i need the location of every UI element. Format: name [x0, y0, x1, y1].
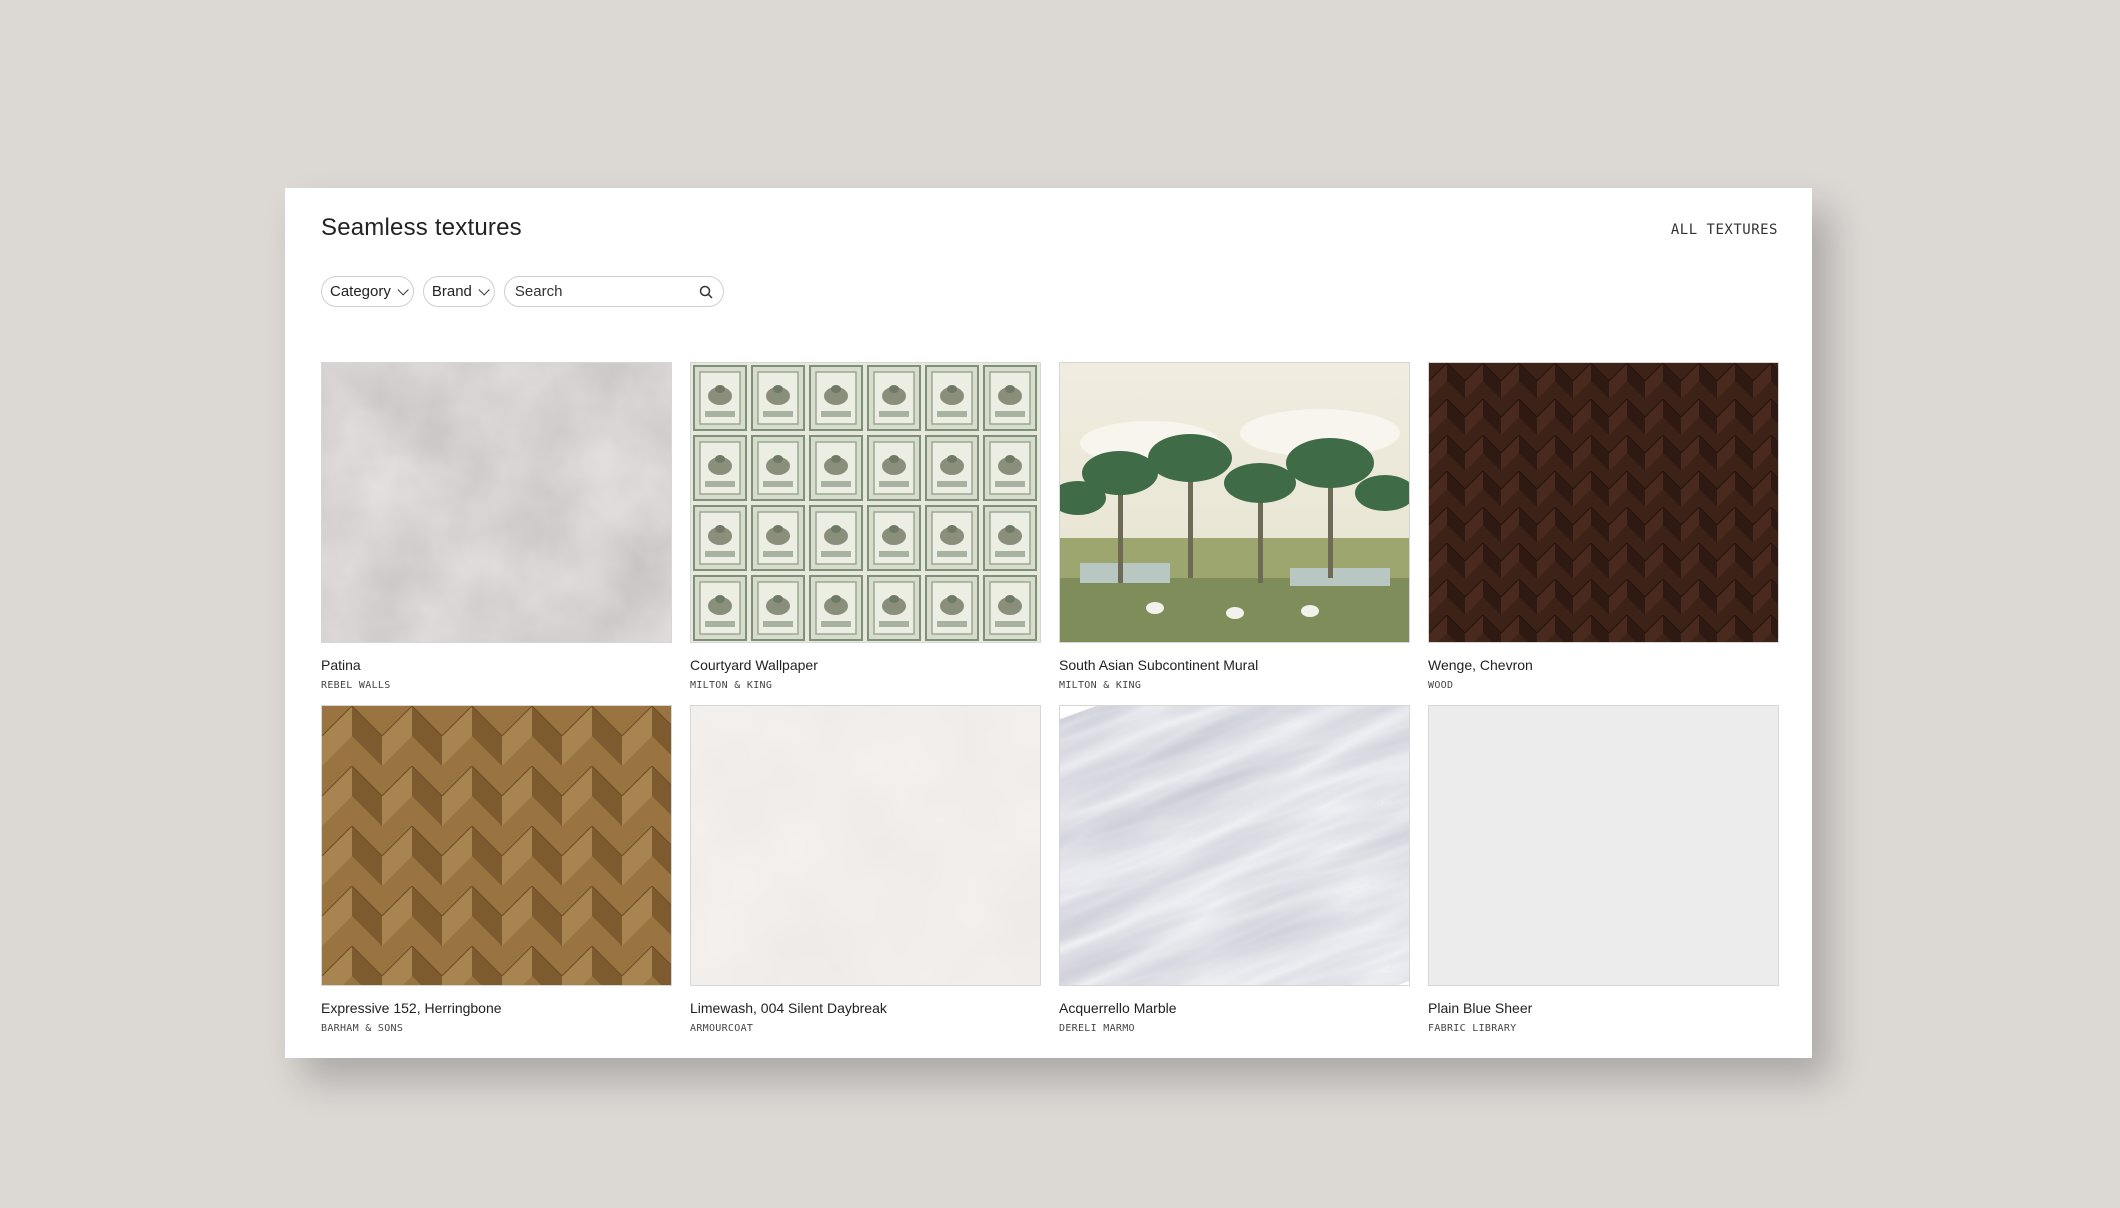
texture-name: Acquerrello Marble	[1059, 1000, 1177, 1016]
search-input[interactable]	[514, 283, 685, 300]
texture-thumbnail	[690, 705, 1041, 986]
texture-name: Plain Blue Sheer	[1428, 1000, 1533, 1016]
texture-brand: REBEL WALLS	[321, 680, 391, 691]
chevron-down-icon	[478, 283, 490, 296]
texture-brand: FABRIC LIBRARY	[1428, 1023, 1517, 1034]
texture-brand: ARMOURCOAT	[690, 1023, 754, 1034]
texture-card[interactable]: Acquerrello Marble DERELI MARMO	[1059, 705, 1410, 1034]
texture-card[interactable]: Expressive 152, Herringbone BARHAM & SON…	[321, 705, 672, 1034]
search-icon[interactable]	[699, 285, 713, 299]
texture-brand: BARHAM & SONS	[321, 1023, 404, 1034]
category-label: Category	[330, 283, 391, 300]
filter-bar: Category Brand	[321, 276, 724, 307]
texture-thumbnail	[690, 362, 1041, 643]
texture-name: South Asian Subcontinent Mural	[1059, 657, 1259, 673]
texture-card[interactable]: Wenge, Chevron WOOD	[1428, 362, 1779, 691]
texture-card[interactable]: Plain Blue Sheer FABRIC LIBRARY	[1428, 705, 1779, 1034]
texture-name: Expressive 152, Herringbone	[321, 1000, 502, 1016]
texture-thumbnail	[1428, 362, 1779, 643]
texture-thumbnail	[1059, 362, 1410, 643]
texture-thumbnail	[1428, 705, 1779, 986]
category-dropdown[interactable]: Category	[321, 276, 414, 307]
texture-card[interactable]: Courtyard Wallpaper MILTON & KING	[690, 362, 1041, 691]
texture-brand: MILTON & KING	[690, 680, 773, 691]
texture-thumbnail	[321, 362, 672, 643]
all-textures-link[interactable]: ALL TEXTURES	[1671, 222, 1778, 238]
texture-name: Courtyard Wallpaper	[690, 657, 818, 673]
texture-card[interactable]: South Asian Subcontinent Mural MILTON & …	[1059, 362, 1410, 691]
texture-brand: DERELI MARMO	[1059, 1023, 1135, 1034]
texture-name: Limewash, 004 Silent Daybreak	[690, 1000, 887, 1016]
texture-card[interactable]: Patina REBEL WALLS	[321, 362, 672, 691]
brand-label: Brand	[431, 283, 472, 300]
texture-name: Patina	[321, 657, 361, 673]
texture-card[interactable]: Limewash, 004 Silent Daybreak ARMOURCOAT	[690, 705, 1041, 1034]
texture-brand: MILTON & KING	[1059, 680, 1142, 691]
texture-name: Wenge, Chevron	[1428, 657, 1533, 673]
chevron-down-icon	[397, 283, 409, 296]
texture-thumbnail	[1059, 705, 1410, 986]
texture-brand: WOOD	[1428, 680, 1454, 691]
texture-grid: Patina REBEL WALLS Courtyard Wallpaper M…	[321, 362, 1779, 1034]
texture-thumbnail	[321, 705, 672, 986]
search-box	[503, 276, 724, 307]
page-title: Seamless textures	[321, 214, 522, 241]
textures-panel: Seamless textures ALL TEXTURES Category …	[285, 188, 1812, 1058]
brand-dropdown[interactable]: Brand	[422, 276, 495, 307]
